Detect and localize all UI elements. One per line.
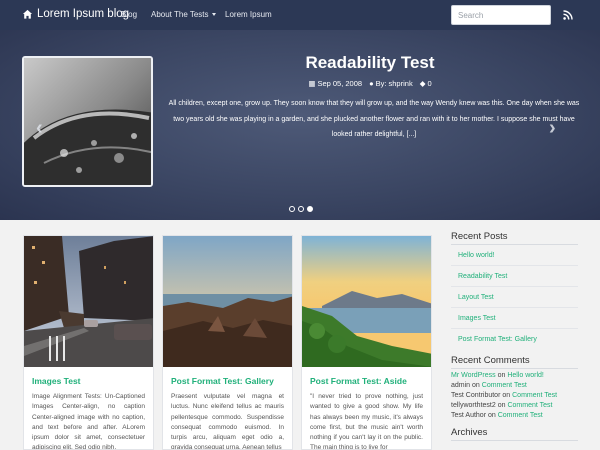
nav-link-lorem-ipsum[interactable]: Lorem Ipsum <box>225 10 272 19</box>
comment-author: Test Contributor <box>451 392 501 399</box>
comment-on-text: on <box>497 402 506 409</box>
recent-comment: tellyworthtest2 on Comment Test <box>451 402 552 409</box>
post-thumbnail-city[interactable] <box>24 236 153 367</box>
featured-post-excerpt: All children, except one, grow up. They … <box>168 100 580 138</box>
divider <box>451 328 578 329</box>
post-title-link[interactable]: Images Test <box>32 376 81 386</box>
brand-link[interactable]: Lorem Ipsum blog <box>22 8 129 20</box>
comment-on-text: on <box>472 382 480 389</box>
post-date-text: Sep 05, 2008 <box>317 79 363 88</box>
recent-posts-heading: Recent Posts <box>451 231 578 245</box>
carousel-dot-active[interactable] <box>307 206 313 212</box>
post-excerpt: "I never tried to prove nothing, just wa… <box>310 393 423 450</box>
comment-post-link[interactable]: Comment Test <box>507 402 552 409</box>
divider <box>451 265 578 266</box>
user-icon: ● <box>369 79 374 88</box>
caret-down-icon <box>211 13 216 17</box>
post-title-link[interactable]: Post Format Test: Aside <box>310 376 407 386</box>
recent-post-link[interactable]: Readability Test <box>458 273 507 280</box>
post-card: Post Format Test: Gallery Praesent vulpu… <box>162 235 293 450</box>
comment-icon: ◆ <box>419 79 426 88</box>
comment-post-link[interactable]: Comment Test <box>512 392 557 399</box>
brand-title: Lorem Ipsum blog <box>37 8 130 20</box>
post-comments-count: 0 <box>427 79 432 88</box>
calendar-icon: ▦ <box>308 79 316 88</box>
recent-post-link[interactable]: Images Test <box>458 315 496 322</box>
archives-heading: Archives <box>451 427 578 441</box>
post-card: Images Test Image Alignment Tests: Un-Ca… <box>23 235 154 450</box>
carousel-dot[interactable] <box>289 206 295 212</box>
comment-on-text: on <box>497 372 506 379</box>
post-comments[interactable]: ◆ 0 <box>420 79 432 88</box>
recent-comments-heading: Recent Comments <box>451 355 578 369</box>
featured-carousel: Readability Test ▦ Sep 05, 2008 ● By: shpr… <box>0 30 600 220</box>
featured-post-title[interactable]: Readability Test <box>160 53 580 73</box>
comment-post-link[interactable]: Comment Test <box>482 382 527 389</box>
comment-post-link[interactable]: Comment Test <box>498 412 543 419</box>
comment-author: admin <box>451 382 471 389</box>
divider <box>451 286 578 287</box>
recent-comment: Test Contributor on Comment Test <box>451 392 557 399</box>
comment-on-text: on <box>502 392 511 399</box>
search-input[interactable] <box>451 5 551 25</box>
post-thumbnail-beach[interactable] <box>163 236 292 367</box>
comment-author: tellyworthtest2 <box>451 402 496 409</box>
home-icon <box>22 9 33 19</box>
rss-icon[interactable] <box>563 10 573 20</box>
comment-author-link[interactable]: Mr WordPress <box>451 372 496 379</box>
post-card: Post Format Test: Aside "I never tried t… <box>301 235 432 450</box>
nav-link-about-label: About The Tests <box>151 10 209 19</box>
recent-comment: Test Author on Comment Test <box>451 412 543 419</box>
comment-on-text: on <box>487 412 496 419</box>
recent-comment: Mr WordPress on Hello world! <box>451 372 544 379</box>
carousel-dot[interactable] <box>298 206 304 212</box>
carousel-indicators <box>289 206 313 212</box>
recent-post-link[interactable]: Layout Test <box>458 294 494 301</box>
recent-post-link[interactable]: Post Format Test: Gallery <box>458 336 537 343</box>
recent-post-link[interactable]: Hello world! <box>458 252 495 259</box>
nav-link-about-the-tests[interactable]: About The Tests <box>151 10 216 19</box>
carousel-next-arrow-icon[interactable]: › <box>549 117 556 140</box>
recent-comment: admin on Comment Test <box>451 382 527 389</box>
post-excerpt: Image Alignment Tests: Un-Captioned Imag… <box>32 393 145 450</box>
post-excerpt: Praesent vulputate vel magna et luctus. … <box>171 393 284 450</box>
comment-author: Test Author <box>451 412 487 419</box>
post-date: ▦ Sep 05, 2008 <box>308 79 362 88</box>
post-thumbnail-coast[interactable] <box>302 236 431 367</box>
featured-post-meta: ▦ Sep 05, 2008 ● By: shprink ◆ 0 <box>160 79 580 88</box>
post-author[interactable]: ● By: shprink <box>369 79 413 88</box>
top-navbar: Lorem Ipsum blog Blog About The Tests Lo… <box>0 0 600 30</box>
post-author-text: By: shprink <box>375 79 413 88</box>
carousel-prev-arrow-icon[interactable]: ‹ <box>36 117 43 140</box>
post-title-link[interactable]: Post Format Test: Gallery <box>171 376 274 386</box>
comment-post-link[interactable]: Hello world! <box>507 372 544 379</box>
divider <box>451 307 578 308</box>
nav-link-blog[interactable]: Blog <box>121 10 137 19</box>
